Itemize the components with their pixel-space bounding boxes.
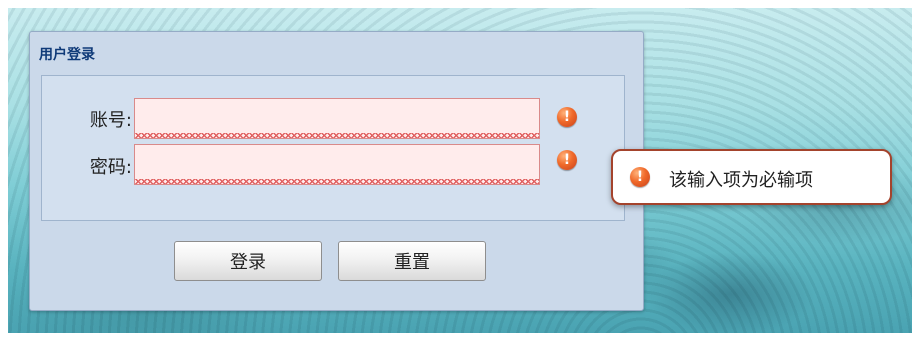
password-input[interactable] — [134, 144, 540, 185]
tooltip-message: 该输入项为必输项 — [669, 170, 813, 191]
password-error-icon: ! — [557, 150, 577, 170]
account-error-icon: ! — [557, 107, 577, 127]
page-background: 用户登录 账号: ! 密码: ! 登录 重置 ! 该输入项为必输项 — [8, 8, 912, 333]
login-button[interactable]: 登录 — [174, 241, 322, 281]
account-label: 账号: — [89, 110, 132, 131]
account-input[interactable] — [134, 98, 540, 139]
validation-tooltip: ! 该输入项为必输项 — [611, 149, 892, 205]
tooltip-error-icon: ! — [630, 167, 650, 187]
password-label: 密码: — [89, 157, 132, 178]
panel-title: 用户登录 — [39, 47, 95, 63]
login-panel: 用户登录 账号: ! 密码: ! 登录 重置 — [29, 31, 644, 311]
reset-button[interactable]: 重置 — [338, 241, 486, 281]
